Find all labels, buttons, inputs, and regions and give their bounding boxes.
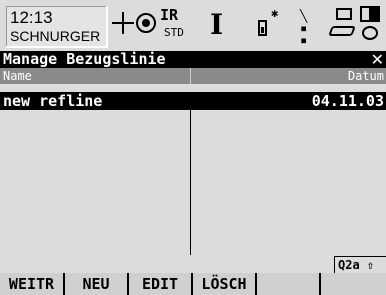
edm-mode-label: IR xyxy=(160,6,179,24)
fkey-neu-button[interactable]: NEU xyxy=(65,273,129,295)
clock: 12:13 xyxy=(10,8,53,27)
column-header-date[interactable]: Datum xyxy=(348,68,384,84)
battery-icon xyxy=(358,6,382,42)
column-divider-line xyxy=(190,110,191,255)
memory-card-icon xyxy=(328,8,356,38)
fkey-losch-button[interactable]: LÖSCH xyxy=(193,273,257,295)
fkey-6-button[interactable] xyxy=(321,273,386,295)
status-bar: 12:13 SCHNURGER IR STD I ✱ ╲ ▪ ▪ xyxy=(0,0,386,51)
edm-sub-label: STD xyxy=(164,26,184,39)
input-mode-indicator: Q2a ⇧ xyxy=(334,256,386,273)
fkey-edit-button[interactable]: EDIT xyxy=(129,273,193,295)
prism-icon xyxy=(136,13,156,33)
column-divider xyxy=(190,68,191,84)
close-icon[interactable]: ✕ xyxy=(371,51,384,68)
time-user-box: 12:13 SCHNURGER xyxy=(6,6,108,48)
page-title: Manage Bezugslinie xyxy=(3,50,166,68)
table-row[interactable]: new refline 04.11.03 xyxy=(0,92,386,110)
table-header: Name Datum xyxy=(0,68,386,84)
row-date: 04.11.03 xyxy=(311,92,384,110)
title-bar: Manage Bezugslinie ✕ xyxy=(0,51,386,68)
beam-icon: I xyxy=(210,8,224,41)
column-header-name[interactable]: Name xyxy=(3,68,32,84)
user-name: SCHNURGER xyxy=(10,28,101,44)
target-cross-icon xyxy=(112,12,134,34)
fkey-weitr-button[interactable]: WEITR xyxy=(0,273,65,295)
function-key-bar: WEITR NEU EDIT LÖSCH xyxy=(0,273,386,295)
network-icon: ╲ ▪ ▪ xyxy=(300,9,308,47)
fkey-5-button[interactable] xyxy=(257,273,321,295)
row-name: new refline xyxy=(3,92,103,110)
bluetooth-icon: ✱ xyxy=(258,6,278,36)
